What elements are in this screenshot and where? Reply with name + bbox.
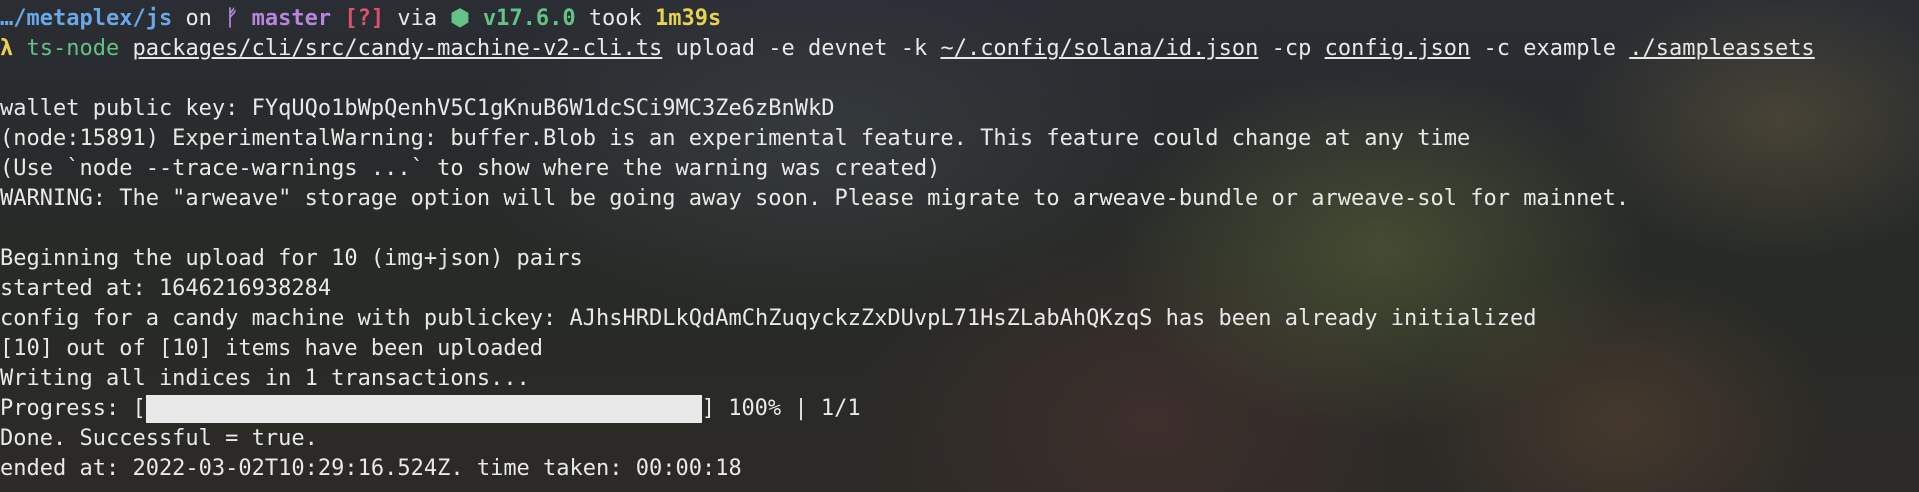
nodejs-icon: ⬢ — [450, 6, 470, 31]
git-status-indicator: [?] — [344, 6, 385, 31]
command-args-2: -cp — [1271, 36, 1312, 61]
command-program: ts-node — [26, 36, 120, 61]
node-version: v17.6.0 — [482, 6, 576, 31]
command-script-path[interactable]: packages/cli/src/candy-machine-v2-cli.ts — [132, 36, 662, 61]
output-config-line: config for a candy machine with publicke… — [0, 306, 1537, 331]
command-assets-path[interactable]: ./sampleassets — [1629, 36, 1814, 61]
command-config-path[interactable]: config.json — [1325, 36, 1471, 61]
progress-prefix: Progress: [ — [0, 396, 146, 421]
current-directory: …/metaplex/js — [0, 6, 173, 31]
output-writing-line: Writing all indices in 1 transactions... — [0, 366, 530, 391]
output-done-line: Done. Successful = true. — [0, 426, 318, 451]
command-args-3: -c example — [1483, 36, 1616, 61]
progress-suffix: ] 100% | 1/1 — [701, 396, 861, 421]
output-beginning-line: Beginning the upload for 10 (img+json) p… — [0, 246, 583, 271]
output-started-line: started at: 1646216938284 — [0, 276, 332, 301]
progress-bar — [145, 395, 702, 423]
command-keypair-path[interactable]: ~/.config/solana/id.json — [940, 36, 1258, 61]
git-branch-icon: ᚠ — [225, 6, 239, 31]
output-trace-hint: (Use `node --trace-warnings ...` to show… — [0, 156, 941, 181]
output-experimental-warning: (node:15891) ExperimentalWarning: buffer… — [0, 126, 1471, 151]
prompt-on-label: on — [185, 6, 212, 31]
prompt-via-label: via — [397, 6, 438, 31]
command-args-1: upload -e devnet -k — [675, 36, 928, 61]
prompt-took-label: took — [588, 6, 642, 31]
output-ended-line: ended at: 2022-03-02T10:29:16.524Z. time… — [0, 456, 742, 481]
output-wallet-line: wallet public key: FYqUQo1bWpQenhV5C1gKn… — [0, 96, 835, 121]
shell-prompt-line: …/metaplex/js on ᚠ master [?] via ⬢ v17.… — [0, 4, 1919, 34]
lambda-prompt-icon: λ — [0, 36, 14, 61]
output-uploaded-line: [10] out of [10] items have been uploade… — [0, 336, 544, 361]
output-progress-line: Progress: [ ] 100% | 1/1 — [0, 394, 1919, 424]
command-duration: 1m39s — [655, 6, 722, 31]
git-branch-name: master — [251, 6, 332, 31]
terminal-window[interactable]: …/metaplex/js on ᚠ master [?] via ⬢ v17.… — [0, 0, 1919, 492]
command-line[interactable]: λ ts-node packages/cli/src/candy-machine… — [0, 34, 1919, 64]
output-arweave-warning: WARNING: The "arweave" storage option wi… — [0, 186, 1630, 211]
